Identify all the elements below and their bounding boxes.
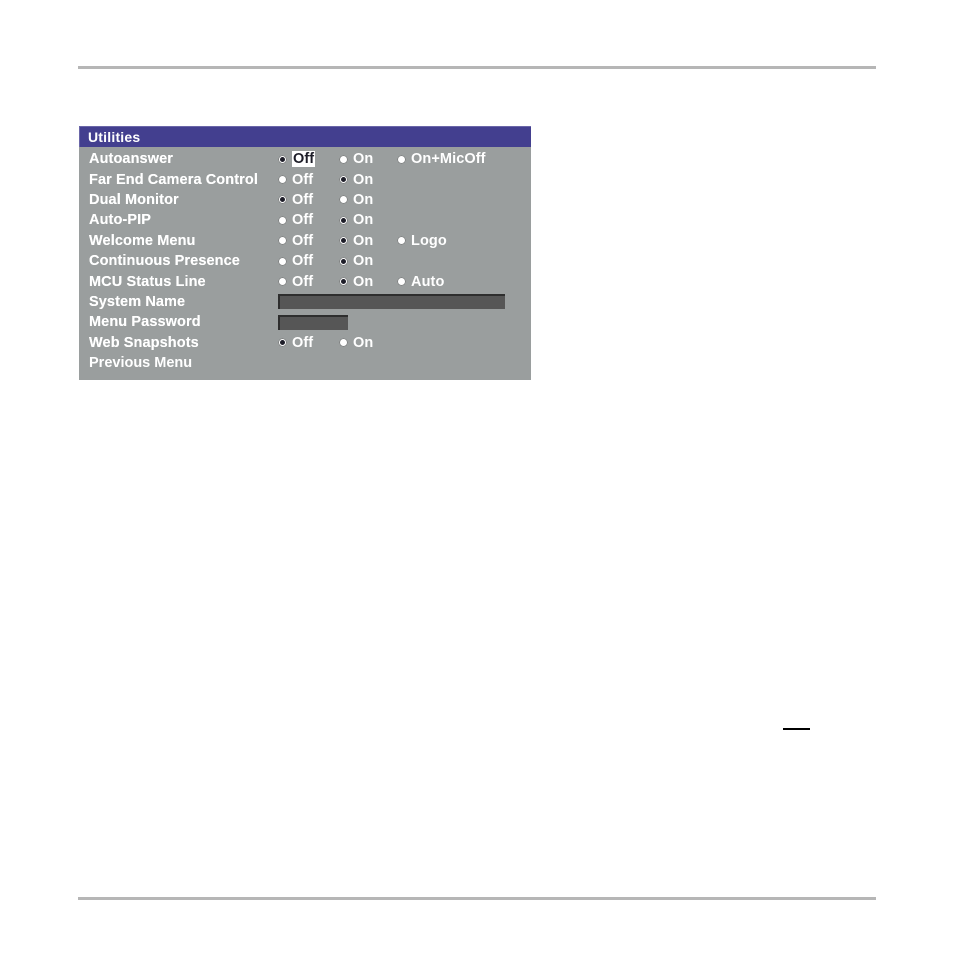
radio-button-icon[interactable] [339, 154, 348, 164]
radio-option-label: Off [292, 273, 314, 290]
radio-button-icon[interactable] [278, 175, 287, 185]
dialog-titlebar: Utilities [79, 126, 531, 147]
radio-button-icon[interactable] [339, 338, 348, 348]
settings-row[interactable]: Continuous Presence Off On [79, 251, 531, 271]
radio-option[interactable]: Off [278, 335, 313, 351]
settings-row[interactable]: Menu Password [79, 312, 531, 332]
settings-row[interactable]: System Name [79, 292, 531, 312]
radio-button-icon[interactable] [278, 195, 287, 205]
radio-button-icon[interactable] [339, 277, 348, 287]
settings-row[interactable]: MCU Status Line Off On Auto [79, 271, 531, 291]
radio-button-icon[interactable] [397, 236, 406, 246]
radio-option-label: Auto [411, 273, 445, 290]
radio-option-label: On [353, 253, 374, 270]
radio-option-label: Off [292, 191, 314, 208]
radio-button-icon[interactable] [339, 215, 348, 225]
radio-button-icon[interactable] [278, 236, 287, 246]
radio-option[interactable]: On [339, 335, 373, 351]
radio-option-label: On [353, 212, 374, 229]
row-label: Menu Password [89, 314, 201, 331]
radio-option[interactable]: On [339, 151, 373, 167]
settings-row[interactable]: Autoanswer Off On On+MicOff [79, 149, 531, 169]
radio-button-icon[interactable] [278, 215, 287, 225]
radio-option[interactable]: On [339, 192, 373, 208]
row-label: Welcome Menu [89, 232, 196, 249]
radio-option[interactable]: On [339, 233, 373, 249]
radio-option[interactable]: Off [278, 192, 313, 208]
radio-button-icon[interactable] [278, 338, 287, 348]
radio-option[interactable]: On+MicOff [397, 151, 486, 167]
radio-button-icon[interactable] [339, 256, 348, 266]
radio-option-label: On [353, 334, 374, 351]
radio-option-label: On [353, 171, 374, 188]
radio-option[interactable]: Off [278, 253, 313, 269]
underscore-mark [783, 728, 810, 730]
row-label: Web Snapshots [89, 334, 199, 351]
radio-button-icon[interactable] [339, 195, 348, 205]
settings-row[interactable]: Welcome Menu Off On Logo [79, 231, 531, 251]
radio-option-label: On [353, 151, 374, 168]
utilities-dialog: Utilities Autoanswer Off On On+MicOff Far En… [79, 126, 531, 380]
text-input[interactable] [278, 314, 348, 330]
radio-option[interactable]: Auto [397, 274, 444, 290]
dialog-title: Utilities [88, 129, 141, 145]
radio-option-label: Off [292, 151, 316, 168]
previous-menu-button[interactable]: Previous Menu [89, 355, 192, 371]
settings-row[interactable]: Web Snapshots Off On [79, 333, 531, 353]
radio-button-icon[interactable] [278, 277, 287, 287]
radio-option[interactable]: On [339, 274, 373, 290]
radio-button-icon[interactable] [278, 256, 287, 266]
radio-button-icon[interactable] [397, 277, 406, 287]
settings-row[interactable]: Dual Monitor Off On [79, 190, 531, 210]
radio-option[interactable]: On [339, 253, 373, 269]
radio-option[interactable]: Logo [397, 233, 447, 249]
radio-button-icon[interactable] [397, 154, 406, 164]
row-label: System Name [89, 293, 186, 310]
dialog-body: Autoanswer Off On On+MicOff Far End Camera C… [79, 147, 531, 373]
radio-option[interactable]: On [339, 172, 373, 188]
page-top-rule [78, 66, 876, 69]
radio-option-label: On [353, 232, 374, 249]
settings-row[interactable]: Previous Menu [79, 353, 531, 373]
row-label: Auto-PIP [89, 212, 152, 229]
page-bottom-rule [78, 897, 876, 900]
radio-option[interactable]: Off [278, 233, 313, 249]
text-input[interactable] [278, 294, 505, 310]
radio-button-icon[interactable] [339, 175, 348, 185]
radio-option[interactable]: On [339, 212, 373, 228]
row-label: MCU Status Line [89, 273, 206, 290]
radio-option-label: Off [292, 253, 314, 270]
radio-option[interactable]: Off [278, 151, 316, 168]
settings-row[interactable]: Auto-PIP Off On [79, 210, 531, 230]
radio-button-icon[interactable] [278, 154, 287, 164]
radio-button-icon[interactable] [339, 236, 348, 246]
radio-option-label: Off [292, 232, 314, 249]
radio-option-label: On+MicOff [411, 151, 486, 168]
radio-option[interactable]: Off [278, 172, 313, 188]
radio-option-label: Off [292, 334, 314, 351]
radio-option[interactable]: Off [278, 274, 313, 290]
radio-option[interactable]: Off [278, 212, 313, 228]
row-label: Autoanswer [89, 151, 173, 168]
radio-option-label: Logo [411, 232, 447, 249]
row-label: Far End Camera Control [89, 171, 258, 188]
row-label: Dual Monitor [89, 191, 179, 208]
radio-option-label: Off [292, 212, 314, 229]
row-label: Continuous Presence [89, 253, 240, 270]
radio-option-label: On [353, 273, 374, 290]
radio-option-label: Off [292, 171, 314, 188]
radio-option-label: On [353, 191, 374, 208]
settings-row[interactable]: Far End Camera Control Off On [79, 169, 531, 189]
